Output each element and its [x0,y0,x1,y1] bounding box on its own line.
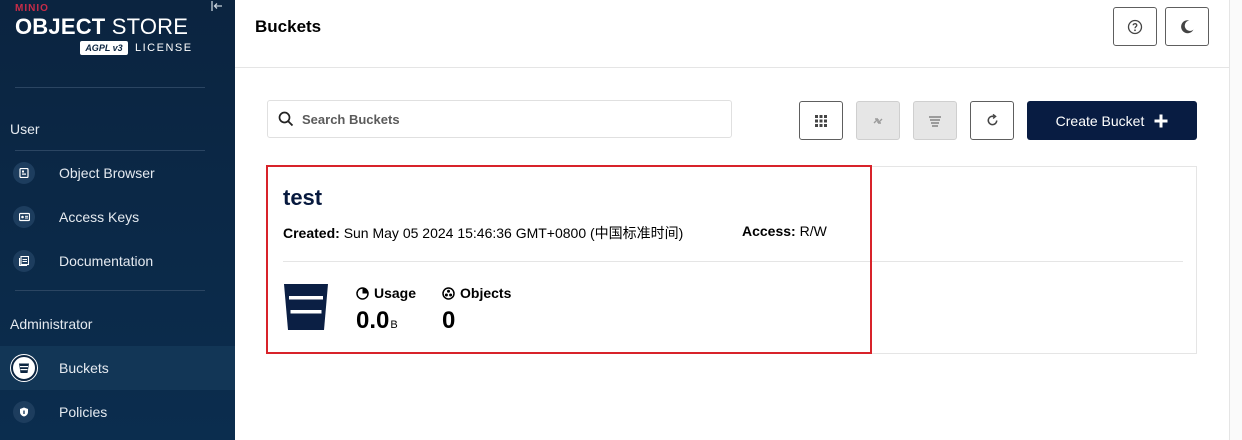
sidebar: MINIO OBJECT STORE AGPL v3 LICENSE User … [0,0,235,440]
page-scrollbar[interactable] [1229,0,1242,440]
sidebar-item-access-keys[interactable]: Access Keys [0,195,235,239]
sidebar-item-buckets[interactable]: Buckets [0,346,235,390]
bucket-created: Created: Sun May 05 2024 15:46:36 GMT+08… [283,223,683,243]
refresh-icon [987,113,997,126]
sidebar-item-policies[interactable]: Policies [0,390,235,434]
brand-maker: MINIO [15,3,49,14]
collapse-sidebar-icon[interactable] [209,0,225,14]
brand-product-light: STORE [111,14,189,39]
sidebar-item-label: Documentation [59,253,154,269]
objects-icon [442,286,455,300]
objects-header: Objects [442,285,511,301]
brand-license: AGPL v3 LICENSE [80,41,193,55]
lifecycle-button[interactable] [913,101,957,140]
sidebar-item-object-browser[interactable]: Object Browser [0,151,235,195]
bucket-logo-icon [284,284,328,330]
sidebar-item-documentation[interactable]: Documentation [0,239,235,283]
access-value: R/W [799,223,827,239]
sidebar-divider [15,290,205,291]
created-label: Created: [283,225,340,241]
view-toggle-button[interactable] [799,101,843,140]
objects-label: Objects [460,285,512,301]
usage-stat: Usage 0.0B [356,285,416,335]
card-divider [283,261,1183,262]
objects-value: 0 [442,307,456,334]
bucket-access: Access: R/W [742,223,827,239]
usage-label: Usage [374,285,417,301]
replication-button[interactable] [856,101,900,140]
sidebar-item-label: Object Browser [59,165,155,181]
brand-product-bold: OBJECT [15,14,106,39]
documentation-icon [13,250,35,272]
license-label: LICENSE [135,42,193,54]
help-icon [1127,19,1143,34]
object-browser-icon [13,162,35,184]
agpl-badge: AGPL v3 [80,41,128,55]
section-label-administrator: Administrator [10,316,93,332]
plus-icon [1154,114,1168,127]
replication-icon [873,117,883,124]
brand-product: OBJECT STORE [15,15,210,39]
usage-unit: B [390,319,398,331]
sidebar-divider [15,87,205,88]
help-button[interactable] [1113,7,1157,46]
objects-stat: Objects 0 [442,285,511,335]
access-label: Access: [742,223,796,239]
created-value: Sun May 05 2024 15:46:36 GMT+0800 (中国标准时… [343,225,684,241]
search-input[interactable] [302,109,722,129]
dark-mode-moon-icon [1181,19,1194,33]
create-bucket-button[interactable]: Create Bucket [1027,101,1197,140]
sidebar-item-label: Buckets [59,360,109,376]
page-header: Buckets [235,0,1229,68]
brand-logo: MINIO OBJECT STORE [15,4,210,39]
usage-value-row: 0.0B [356,307,416,335]
section-label-user: User [10,121,40,137]
search-field[interactable] [267,100,732,138]
bucket-name[interactable]: test [283,185,322,211]
policy-shield-icon [13,401,35,423]
create-bucket-label: Create Bucket [1055,112,1145,129]
bucket-icon [10,354,38,382]
sidebar-item-label: Policies [59,404,108,420]
lifecycle-icon [929,115,941,127]
page-title: Buckets [255,17,322,36]
refresh-button[interactable] [970,101,1014,140]
usage-value: 0.0 [356,307,390,334]
access-keys-icon [13,206,35,228]
usage-pie-icon [356,286,369,300]
theme-toggle-button[interactable] [1165,7,1209,46]
grid-view-icon [815,114,827,127]
sidebar-item-label: Access Keys [59,209,140,225]
search-icon [278,111,294,127]
usage-header: Usage [356,285,416,301]
